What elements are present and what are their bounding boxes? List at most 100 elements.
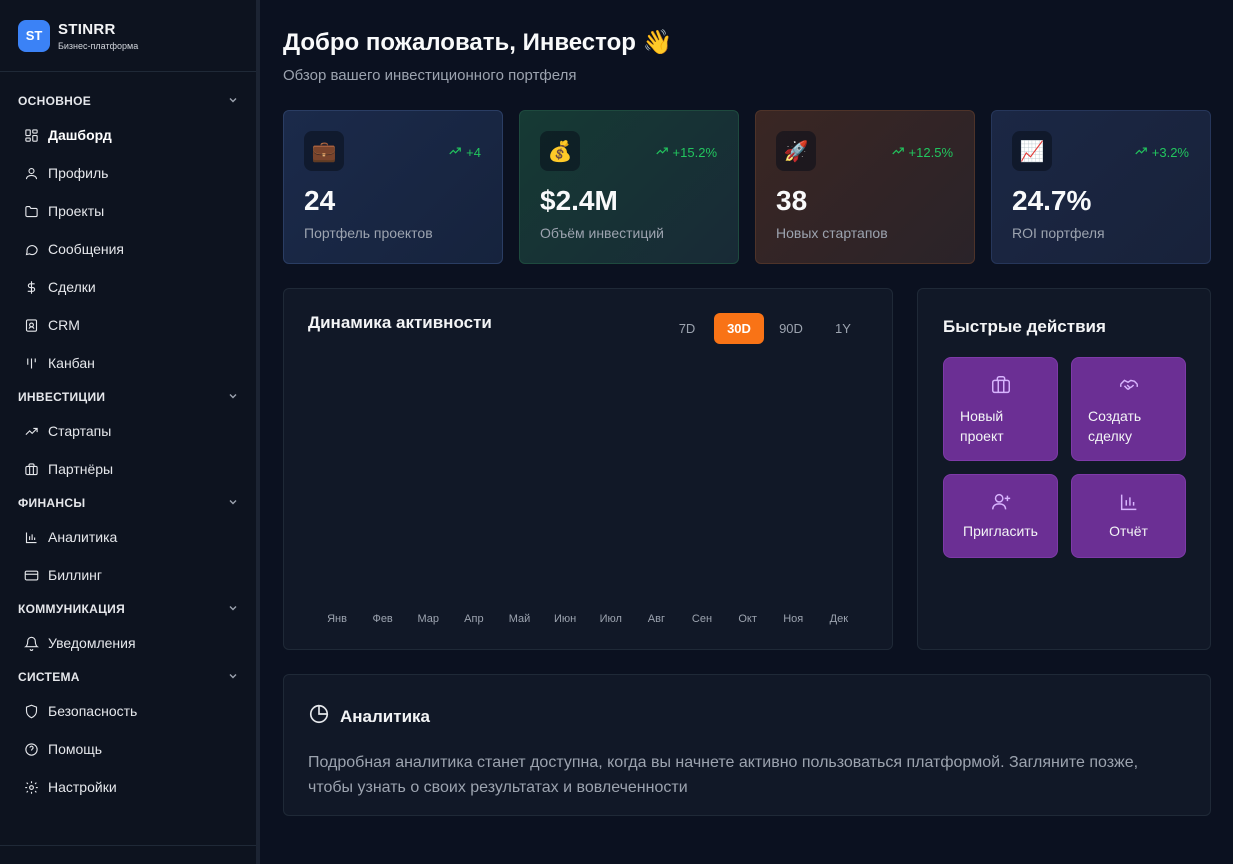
stat-trend: +15.2%: [655, 144, 717, 161]
section-header[interactable]: КОММУНИКАЦИЯ: [0, 594, 256, 624]
section-header[interactable]: ОСНОВНОЕ: [0, 86, 256, 116]
stat-label: Портфель проектов: [304, 225, 433, 241]
sidebar-item-label: Биллинг: [48, 567, 103, 583]
stats-row: 💼 +4 24 Портфель проектов 💰 +15.2% $2.4M…: [283, 110, 1211, 264]
sidebar-item[interactable]: Сделки: [0, 268, 256, 306]
page-title: Добро пожаловать, Инвестор 👋: [283, 29, 673, 56]
brand-logo: ST: [18, 19, 50, 52]
contact-icon: [22, 318, 40, 333]
stat-card-investments[interactable]: 💰 +15.2% $2.4M Объём инвестиций: [519, 110, 739, 264]
stat-label: Новых стартапов: [776, 225, 888, 241]
bar-chart-icon: [22, 530, 40, 545]
handshake-icon: [1072, 374, 1185, 396]
stat-label: Объём инвестиций: [540, 225, 665, 241]
stat-value: $2.4M: [540, 185, 618, 216]
range-tab[interactable]: 30D: [714, 313, 764, 344]
briefcase-icon: [22, 462, 40, 477]
section-title: ИНВЕСТИЦИИ: [18, 390, 106, 404]
section-title: СИСТЕМА: [18, 670, 80, 684]
sidebar-item[interactable]: Биллинг: [0, 556, 256, 594]
report-button[interactable]: Отчёт: [1071, 474, 1186, 558]
sidebar-item[interactable]: Стартапы: [0, 412, 256, 450]
sidebar-item-label: Проекты: [48, 203, 105, 219]
stat-value: 24.7%: [1012, 185, 1092, 216]
chevron-down-icon: [228, 95, 238, 108]
section-header[interactable]: СИСТЕМА: [0, 662, 256, 692]
sidebar-item[interactable]: Канбан: [0, 344, 256, 382]
stat-card-projects[interactable]: 💼 +4 24 Портфель проектов: [283, 110, 503, 264]
stat-trend: +4: [448, 144, 481, 161]
trend-up-icon: [1134, 144, 1148, 161]
quick-actions-card: Быстрые действия Новый проект Создать сдел…: [917, 288, 1211, 650]
qa-line: Новый: [960, 408, 1004, 424]
sidebar-item[interactable]: Дашборд: [0, 116, 256, 154]
money-bag-icon: 💰: [540, 131, 580, 171]
user-plus-icon: [944, 491, 1057, 513]
dollar-icon: [22, 280, 40, 295]
sidebar-item-label: Сделки: [48, 279, 96, 295]
section-title: ФИНАНСЫ: [18, 496, 86, 510]
stat-value: 24: [304, 185, 336, 216]
range-tab[interactable]: 1Y: [818, 313, 868, 344]
sidebar-nav: ОСНОВНОЕ Дашборд Профиль Проекты Сообщения Сд…: [0, 72, 256, 806]
month-tick-label: Авг: [647, 613, 665, 625]
analytics-card: Аналитика Подробная аналитика станет дос…: [283, 674, 1211, 816]
stat-trend: +3.2%: [1134, 144, 1189, 161]
brand[interactable]: ST STINRR Бизнес-платформа: [0, 0, 256, 72]
new-project-label: Новый проект: [960, 406, 1004, 446]
sidebar-item[interactable]: Партнёры: [0, 450, 256, 488]
sidebar-item-label: Стартапы: [48, 423, 112, 439]
stat-label: ROI портфеля: [1012, 225, 1105, 241]
sidebar-item[interactable]: Настройки: [0, 768, 256, 806]
new-project-button[interactable]: Новый проект: [943, 357, 1058, 461]
sidebar-item[interactable]: Проекты: [0, 192, 256, 230]
invite-button[interactable]: Пригласить: [943, 474, 1058, 558]
sidebar-item[interactable]: Помощь: [0, 730, 256, 768]
sidebar-item-label: Уведомления: [48, 635, 136, 651]
kanban-icon: [22, 356, 40, 371]
brand-name: STINRR: [58, 20, 116, 38]
section-header[interactable]: ФИНАНСЫ: [0, 488, 256, 518]
trend-up-icon: [891, 144, 905, 161]
sidebar-item[interactable]: Сообщения: [0, 230, 256, 268]
range-tabs: 7D 30D 90D 1Y: [662, 313, 868, 344]
bell-icon: [22, 636, 40, 651]
sidebar-item[interactable]: Уведомления: [0, 624, 256, 662]
credit-card-icon: [22, 568, 40, 583]
analytics-title: Аналитика: [340, 706, 430, 726]
sidebar-divider: [0, 845, 256, 846]
range-tab[interactable]: 7D: [662, 313, 712, 344]
sidebar-item-label: Настройки: [48, 779, 117, 795]
month-tick-label: Сен: [691, 613, 713, 625]
stat-value: 38: [776, 185, 808, 216]
shield-icon: [22, 704, 40, 719]
sidebar-item[interactable]: Безопасность: [0, 692, 256, 730]
bar-chart-icon: [1072, 491, 1185, 513]
sidebar-item-label: Помощь: [48, 741, 103, 757]
month-tick-label: Янв: [327, 613, 347, 625]
sidebar-item[interactable]: Аналитика: [0, 518, 256, 556]
section-header[interactable]: ИНВЕСТИЦИИ: [0, 382, 256, 412]
chevron-down-icon: [228, 603, 238, 616]
chart-up-icon: 📈: [1012, 131, 1052, 171]
stat-card-roi[interactable]: 📈 +3.2% 24.7% ROI портфеля: [991, 110, 1211, 264]
create-deal-button[interactable]: Создать сделку: [1071, 357, 1186, 461]
month-tick-label: Ноя: [783, 613, 804, 625]
folder-icon: [22, 204, 40, 219]
stat-card-startups[interactable]: 🚀 +12.5% 38 Новых стартапов: [755, 110, 975, 264]
section-title: КОММУНИКАЦИЯ: [18, 602, 126, 616]
sidebar-item-label: Аналитика: [48, 529, 118, 545]
sidebar-item[interactable]: Профиль: [0, 154, 256, 192]
range-tab[interactable]: 90D: [766, 313, 816, 344]
stat-trend-value: +3.2%: [1151, 145, 1189, 160]
month-tick-label: Дек: [829, 613, 849, 625]
invite-label: Пригласить: [963, 523, 1038, 539]
sidebar-item-label: Канбан: [48, 355, 95, 371]
sidebar-item-label: Партнёры: [48, 461, 114, 477]
chevron-down-icon: [228, 391, 238, 404]
sidebar-item-label: Сообщения: [48, 241, 124, 257]
sidebar-item[interactable]: CRM: [0, 306, 256, 344]
stat-trend-value: +15.2%: [672, 145, 717, 160]
chevron-down-icon: [228, 497, 238, 510]
stat-trend: +12.5%: [891, 144, 953, 161]
